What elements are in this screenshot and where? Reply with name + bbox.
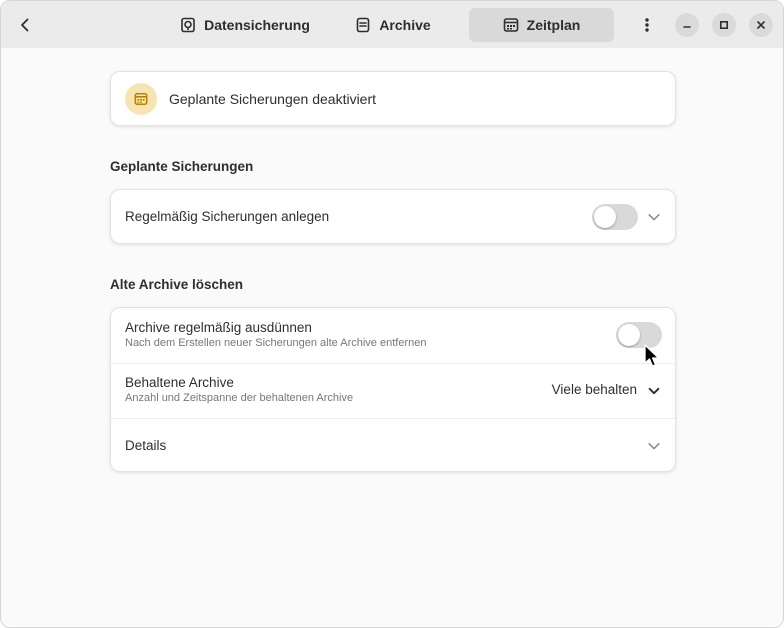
dropdown-button[interactable] [646, 383, 662, 399]
tab-label: Zeitplan [526, 17, 581, 33]
main-menu-button[interactable] [633, 9, 661, 41]
close-button[interactable] [749, 13, 773, 37]
status-card: Geplante Sicherungen deaktiviert [110, 71, 676, 126]
mouse-cursor-icon [644, 344, 660, 367]
minimize-button[interactable] [675, 13, 699, 37]
schedule-page: Geplante Sicherungen deaktiviert Geplant… [1, 48, 783, 627]
details-row[interactable]: Details [111, 419, 675, 473]
section-title-prune: Alte Archive löschen [110, 277, 244, 292]
row-title: Behaltene Archive [125, 375, 234, 390]
tab-label: Datensicherung [204, 17, 310, 33]
row-title: Details [125, 438, 167, 453]
archive-icon [357, 17, 370, 33]
kept-archives-row[interactable]: Behaltene Archive Anzahl und Zeitspanne … [111, 364, 675, 418]
row-subtitle: Nach dem Erstellen neuer Sicherungen alt… [125, 337, 427, 349]
tab-label: Archive [379, 17, 431, 33]
tab-datensicherung[interactable]: Datensicherung [173, 8, 317, 42]
close-icon [757, 21, 765, 29]
more-vertical-icon [645, 18, 649, 32]
maximize-icon [719, 20, 729, 30]
status-icon-container [125, 83, 157, 115]
kept-archives-value[interactable]: Viele behalten [552, 382, 637, 397]
header-bar: Datensicherung Archive Zeitplan [1, 1, 783, 48]
expand-button[interactable] [646, 209, 662, 225]
chevron-down-icon [648, 443, 660, 450]
prune-enable-row[interactable]: Archive regelmäßig ausdünnen Nach dem Er… [111, 308, 675, 363]
app-window: Datensicherung Archive Zeitplan Geplante… [0, 0, 784, 628]
scheduled-backups-row[interactable]: Regelmäßig Sicherungen anlegen [111, 190, 675, 244]
row-title: Archive regelmäßig ausdünnen [125, 320, 312, 335]
tab-zeitplan[interactable]: Zeitplan [469, 8, 614, 42]
scheduled-card: Regelmäßig Sicherungen anlegen [110, 189, 676, 244]
row-title: Regelmäßig Sicherungen anlegen [125, 209, 330, 224]
chevron-left-icon [21, 18, 29, 32]
switch-knob [594, 206, 616, 228]
section-title-scheduled: Geplante Sicherungen [110, 159, 254, 174]
maximize-button[interactable] [712, 13, 736, 37]
minimize-icon [683, 26, 691, 28]
backup-icon [181, 17, 195, 33]
switch-knob [618, 324, 640, 346]
chevron-down-icon [648, 214, 660, 221]
row-subtitle: Anzahl und Zeitspanne der behaltenen Arc… [125, 392, 354, 404]
back-button[interactable] [9, 9, 41, 41]
calendar-icon [503, 18, 518, 32]
tab-archive[interactable]: Archive [345, 8, 441, 42]
status-text: Geplante Sicherungen deaktiviert [169, 91, 377, 107]
expand-button[interactable] [646, 438, 662, 454]
prune-card: Archive regelmäßig ausdünnen Nach dem Er… [110, 307, 676, 472]
calendar-icon [134, 92, 148, 106]
chevron-down-icon [648, 387, 660, 395]
scheduled-backups-switch[interactable] [592, 204, 638, 230]
